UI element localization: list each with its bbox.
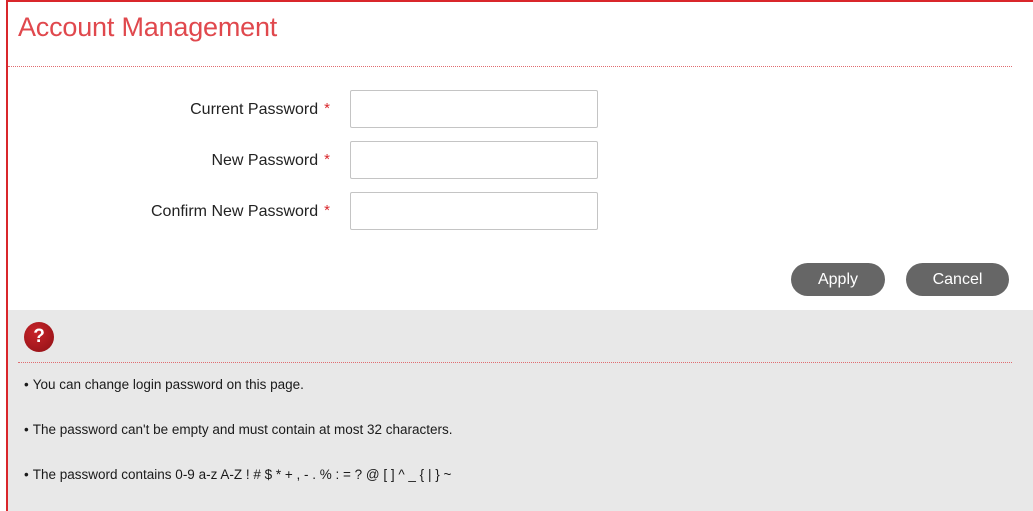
new-password-row: New Password * bbox=[0, 141, 1033, 181]
new-password-label: New Password * bbox=[211, 151, 330, 169]
required-marker: * bbox=[324, 151, 330, 168]
cancel-button[interactable]: Cancel bbox=[906, 263, 1009, 296]
page-title: Account Management bbox=[18, 12, 278, 42]
title-divider bbox=[8, 66, 1012, 67]
confirm-password-label: Confirm New Password * bbox=[151, 202, 330, 220]
confirm-password-input[interactable] bbox=[350, 192, 598, 230]
help-divider bbox=[18, 362, 1012, 363]
current-password-row: Current Password * bbox=[0, 90, 1033, 130]
help-item: • You can change login password on this p… bbox=[24, 377, 304, 392]
bullet-icon: • bbox=[24, 377, 29, 392]
question-mark-icon: ? bbox=[24, 322, 54, 352]
help-panel: ? • You can change login password on this… bbox=[8, 310, 1033, 511]
required-marker: * bbox=[324, 202, 330, 219]
current-password-input[interactable] bbox=[350, 90, 598, 128]
apply-button[interactable]: Apply bbox=[791, 263, 885, 296]
bullet-icon: • bbox=[24, 422, 29, 437]
current-password-label: Current Password * bbox=[190, 100, 330, 118]
help-item: • The password contains 0-9 a-z A-Z ! # $… bbox=[24, 467, 452, 482]
new-password-input[interactable] bbox=[350, 141, 598, 179]
bullet-icon: • bbox=[24, 467, 29, 482]
required-marker: * bbox=[324, 100, 330, 117]
confirm-password-row: Confirm New Password * bbox=[0, 192, 1033, 232]
help-item: • The password can't be empty and must co… bbox=[24, 422, 453, 437]
